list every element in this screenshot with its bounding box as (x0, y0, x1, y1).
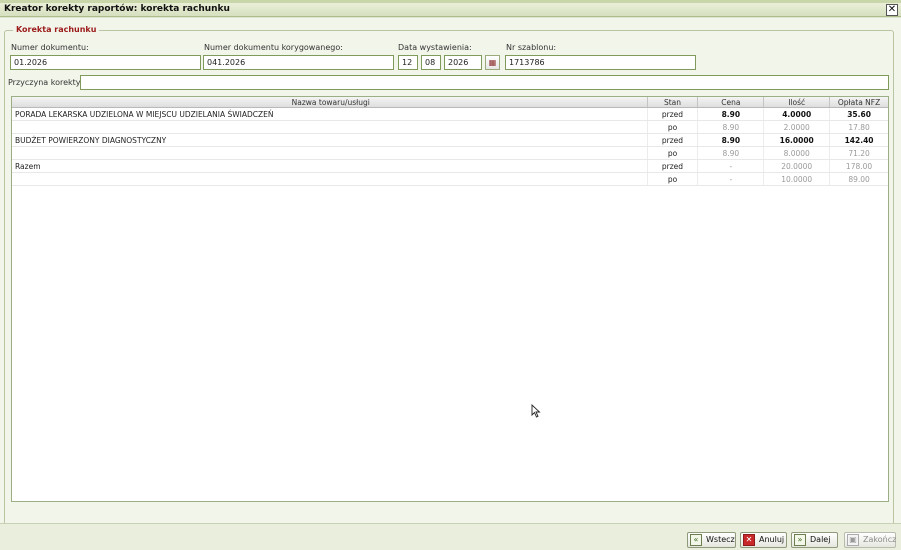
date-month-input[interactable]: 08 (421, 55, 441, 70)
window-title: Kreator korekty raportów: korekta rachun… (4, 4, 230, 14)
cell-ilosc: 10.0000 (764, 173, 831, 185)
cell-oplata: 17.80 (848, 123, 870, 132)
przyczyna-label: Przyczyna korekty: (8, 78, 83, 87)
table-row[interactable]: po - 10.0000 89.00 (12, 173, 888, 186)
nr-szablonu-input[interactable]: 1713786 (505, 55, 696, 70)
cell-name (12, 147, 648, 159)
cell-cena: 8.90 (698, 134, 765, 146)
numer-korygowanego-input[interactable]: 041.2026 (203, 55, 394, 70)
date-day-input[interactable]: 12 (398, 55, 418, 70)
section-legend: Korekta rachunku (13, 25, 100, 34)
table-header: Nazwa towaru/usługi Stan Cena Ilość Opła… (12, 97, 888, 108)
header-name[interactable]: Nazwa towaru/usługi (12, 97, 648, 107)
numer-dokumentu-input[interactable]: 01.2026 (10, 55, 201, 70)
finish-button-label: Zakończ (863, 535, 897, 544)
header-ilosc[interactable]: Ilość (764, 97, 831, 107)
cell-ilosc: 8.0000 (764, 147, 831, 159)
button-bar: « Wstecz ✕ Anuluj » Dalej ▣ Zakończ (0, 523, 901, 550)
cell-oplata: 142.40 (844, 136, 874, 145)
table-row[interactable]: po 8.90 2.0000 17.80 (12, 121, 888, 134)
cancel-button-label: Anuluj (759, 535, 785, 544)
title-bar: Kreator korekty raportów: korekta rachun… (0, 3, 901, 17)
header-oplata[interactable]: Opłata NFZ (830, 97, 888, 107)
cell-name: PORADA LEKARSKA UDZIELONA W MIEJSCU UDZI… (12, 108, 648, 120)
cell-oplata: 71.20 (848, 149, 870, 158)
next-button[interactable]: » Dalej (791, 532, 838, 548)
finish-button[interactable]: ▣ Zakończ (844, 532, 896, 548)
cell-oplata: 178.00 (845, 162, 873, 171)
mouse-pointer-icon (531, 404, 541, 418)
back-button-label: Wstecz (706, 535, 735, 544)
table-row[interactable]: PORADA LEKARSKA UDZIELONA W MIEJSCU UDZI… (12, 108, 888, 121)
cell-name: Razem (12, 160, 648, 172)
cell-cena: - (698, 173, 765, 185)
date-year-input[interactable]: 2026 (444, 55, 482, 70)
cell-stan: przed (648, 134, 699, 146)
data-wystawienia-label: Data wystawienia: (398, 43, 472, 52)
cell-stan: przed (648, 160, 699, 172)
header-stan[interactable]: Stan (648, 97, 699, 107)
cell-stan: po (648, 121, 699, 133)
cell-stan: po (648, 147, 699, 159)
numer-dokumentu-label: Numer dokumentu: (11, 43, 89, 52)
cell-oplata: 89.00 (848, 175, 870, 184)
dialog-body: Korekta rachunku Numer dokumentu: 01.202… (0, 18, 901, 550)
cell-cena: 8.90 (698, 147, 765, 159)
calendar-icon[interactable]: ▦ (485, 55, 500, 70)
cell-cena: 8.90 (698, 121, 765, 133)
cell-ilosc: 2.0000 (764, 121, 831, 133)
cell-oplata: 35.60 (847, 110, 871, 119)
cell-ilosc: 4.0000 (764, 108, 831, 120)
finish-icon: ▣ (847, 534, 859, 546)
table-row[interactable]: Razem przed - 20.0000 178.00 (12, 160, 888, 173)
correction-table: Nazwa towaru/usługi Stan Cena Ilość Opła… (11, 96, 889, 502)
next-button-label: Dalej (810, 535, 831, 544)
cell-ilosc: 20.0000 (764, 160, 831, 172)
cancel-x-icon: ✕ (743, 534, 755, 546)
next-arrow-icon: » (794, 534, 806, 546)
cell-cena: - (698, 160, 765, 172)
cell-stan: po (648, 173, 699, 185)
back-button[interactable]: « Wstecz (687, 532, 736, 548)
cell-name (12, 121, 648, 133)
table-row[interactable]: BUDŻET POWIERZONY DIAGNOSTYCZNY przed 8.… (12, 134, 888, 147)
numer-korygowanego-label: Numer dokumentu korygowanego: (204, 43, 343, 52)
przyczyna-input[interactable] (80, 75, 889, 90)
back-arrow-icon: « (690, 534, 702, 546)
cell-name: BUDŻET POWIERZONY DIAGNOSTYCZNY (12, 134, 648, 146)
header-cena[interactable]: Cena (698, 97, 765, 107)
close-icon[interactable]: ✕ (886, 4, 898, 16)
cell-stan: przed (648, 108, 699, 120)
cancel-button[interactable]: ✕ Anuluj (740, 532, 787, 548)
cell-ilosc: 16.0000 (764, 134, 831, 146)
cell-name (12, 173, 648, 185)
nr-szablonu-label: Nr szablonu: (506, 43, 557, 52)
cell-cena: 8.90 (698, 108, 765, 120)
table-row[interactable]: po 8.90 8.0000 71.20 (12, 147, 888, 160)
